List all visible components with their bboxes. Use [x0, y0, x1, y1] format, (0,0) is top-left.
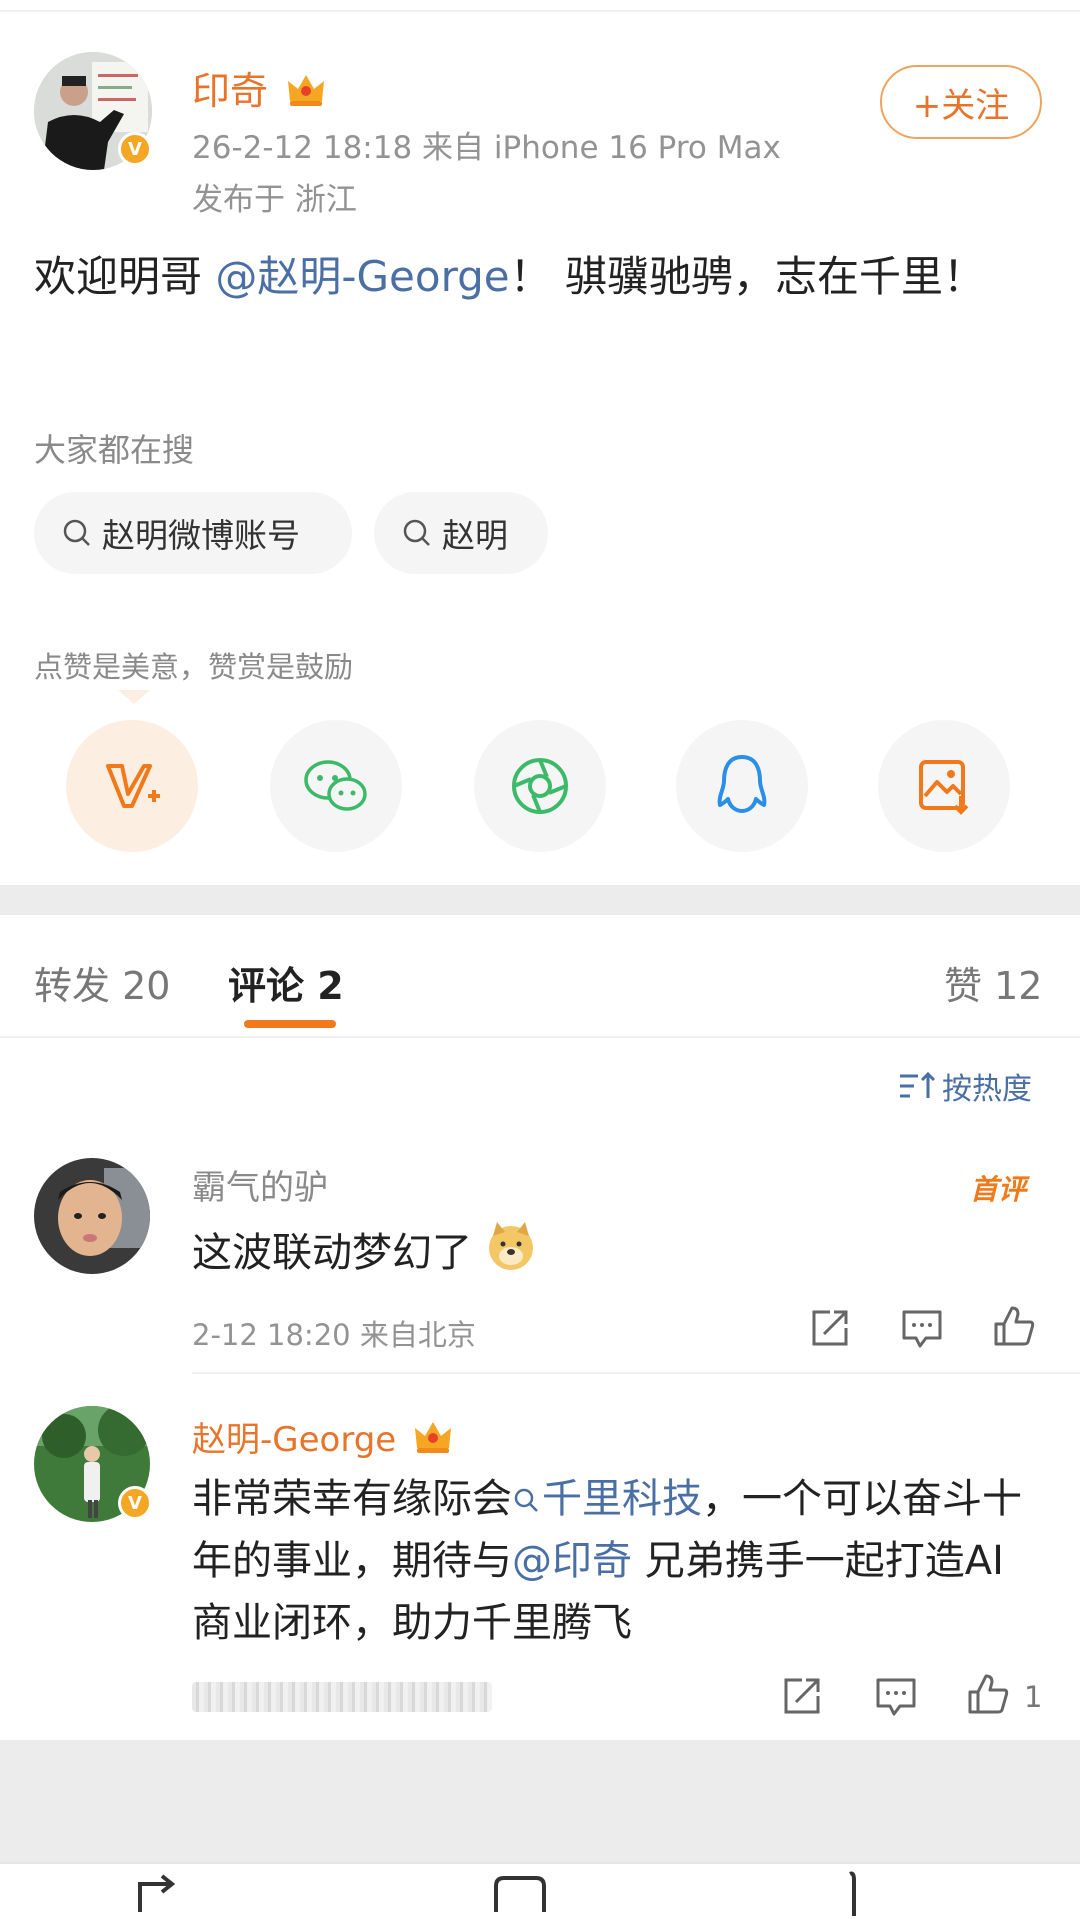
search-icon [63, 519, 90, 546]
comment-like-count: 1 [1024, 1680, 1043, 1714]
wechat-icon [304, 760, 367, 811]
post-location: 发布于 浙江 [192, 182, 357, 218]
topic-link[interactable]: 千里科技 [512, 1476, 702, 1522]
section-divider [0, 885, 1080, 915]
moments-icon [512, 758, 568, 814]
crown-icon [286, 72, 326, 116]
search-icon [403, 519, 430, 546]
search-chip[interactable]: 赵明微博账号 [34, 492, 352, 574]
search-chip-label: 赵明微博账号 [102, 516, 300, 555]
comment-text-part: 这波联动梦幻了 [192, 1230, 472, 1276]
wechat-share-button[interactable] [270, 720, 402, 852]
commenter-avatar[interactable] [34, 1158, 150, 1274]
doge-emoji-icon [485, 1220, 537, 1290]
author-name-text: 印奇 [192, 69, 269, 113]
sort-label: 按热度 [942, 1072, 1032, 1107]
verified-badge-icon: V [118, 1486, 152, 1520]
like-comment-icon[interactable] [966, 1672, 1010, 1716]
blurred-meta [192, 1682, 492, 1712]
comment-text: 这波联动梦幻了 [192, 1220, 537, 1290]
search-icon [514, 1488, 538, 1512]
author-name[interactable]: 印奇 [192, 60, 326, 116]
save-image-button[interactable] [878, 720, 1010, 852]
comment-meta: 2-12 18:20 来自北京 [192, 1318, 476, 1352]
tip-arrow [118, 690, 150, 704]
reply-comment-icon[interactable] [900, 1306, 944, 1350]
post-meta: 26-2-12 18:18 来自 iPhone 16 Pro Max [192, 130, 781, 166]
like-comment-icon[interactable] [992, 1304, 1036, 1348]
topic-label: 千里科技 [542, 1476, 702, 1522]
search-chip-label: 赵明 [442, 516, 508, 555]
commenter-name[interactable]: 霸气的驴 [192, 1160, 328, 1209]
tab-repost[interactable]: 转发 20 [34, 955, 170, 1010]
tab-likes[interactable]: 赞 12 [944, 955, 1042, 1010]
repost-comment-icon[interactable] [808, 1306, 852, 1350]
post-body: 欢迎明哥 @赵明-George！ 骐骥驰骋，志在千里！ [34, 244, 1044, 310]
bottom-action-bar [0, 1862, 1080, 1919]
mention-link[interactable]: @赵明-George [215, 252, 509, 301]
moments-share-button[interactable] [474, 720, 606, 852]
mention-link[interactable]: @印奇 [512, 1538, 632, 1584]
follow-button[interactable]: +关注 [880, 65, 1042, 139]
tabs-divider [0, 1036, 1080, 1038]
crown-icon [413, 1420, 453, 1463]
search-chip[interactable]: 赵明 [374, 492, 548, 574]
bottom-spacer [0, 1740, 1080, 1862]
top-divider [0, 10, 1080, 12]
first-comment-badge: 首评 [970, 1173, 1027, 1206]
post-text-part: ！ 骐骥驰骋，志在千里！ [509, 252, 985, 301]
tab-comments[interactable]: 评论 2 [228, 955, 344, 1010]
comment-divider [192, 1372, 1080, 1374]
sort-icon [900, 1071, 936, 1098]
search-suggest-title: 大家都在搜 [34, 431, 195, 469]
praise-hint: 点赞是美意，赞赏是鼓励 [34, 650, 354, 684]
qq-share-button[interactable] [676, 720, 808, 852]
comment-text-part: 非常荣幸有缘际会 [192, 1476, 512, 1522]
v-plus-icon [106, 764, 160, 808]
repost-comment-icon[interactable] [780, 1674, 824, 1718]
verified-badge-icon: V [118, 132, 152, 166]
comment-text: 非常荣幸有缘际会 千里科技，一个可以奋斗十年的事业，期待与@印奇 兄弟携手一起打造… [192, 1468, 1042, 1654]
sort-by-hot-button[interactable]: 按热度 [898, 1064, 1032, 1108]
reply-comment-icon[interactable] [874, 1674, 918, 1718]
comment-icon[interactable] [490, 1872, 550, 1916]
v-plus-button[interactable] [66, 720, 198, 852]
repost-icon[interactable] [134, 1872, 184, 1916]
qq-icon [717, 755, 767, 813]
tab-active-indicator [244, 1020, 336, 1028]
commenter-name[interactable]: 赵明-George [192, 1412, 453, 1463]
like-icon[interactable] [830, 1870, 870, 1916]
post-text-part: 欢迎明哥 [34, 252, 216, 301]
commenter-name-text: 赵明-George [192, 1420, 397, 1460]
save-image-icon [919, 760, 969, 815]
